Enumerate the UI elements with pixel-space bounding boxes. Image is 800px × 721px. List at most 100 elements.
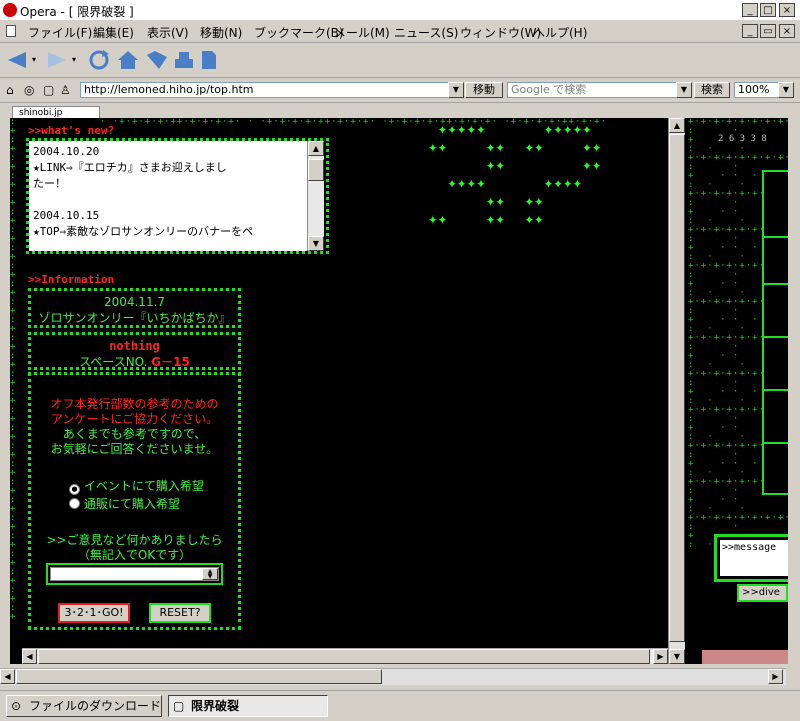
- home-icon[interactable]: [116, 49, 140, 71]
- news-scroll-up-button[interactable]: ▲: [308, 141, 324, 156]
- user-icon[interactable]: ♙: [60, 83, 71, 97]
- title-bar: Opera - [ 限界破裂 ] _ □ ×: [0, 0, 800, 20]
- whats-new-heading: >>what's new?: [28, 124, 115, 137]
- ad-frame-label: shinobi.jp: [19, 108, 63, 118]
- print-icon[interactable]: [173, 49, 195, 71]
- menu-help[interactable]: ヘルプ(H): [533, 24, 587, 41]
- menu-view[interactable]: 表示(V): [147, 24, 189, 41]
- doc-close-button[interactable]: ×: [779, 24, 795, 38]
- search-input[interactable]: Google で検索: [507, 82, 692, 98]
- menu-navigate[interactable]: 移動(N): [200, 24, 242, 41]
- comment-scroll-button[interactable]: ▲ ▼: [202, 568, 218, 580]
- page-scroll-thumb[interactable]: [669, 134, 685, 642]
- menu-bar: ファイル(F) 編集(E) 表示(V) 移動(N) ブックマーク(B) メール(…: [0, 20, 800, 43]
- address-toolbar: ⌂ ◎ ▢ ♙ http://lemoned.hiho.jp/top.htm ▼…: [0, 78, 800, 103]
- frame-scroll-thumb[interactable]: [38, 649, 650, 664]
- news-scrollbar[interactable]: ▲ ▼: [307, 141, 324, 251]
- frame-scroll-left-button[interactable]: ◀: [22, 649, 37, 664]
- menu-mail[interactable]: メール(M): [334, 24, 390, 41]
- address-dropdown-button[interactable]: ▼: [448, 82, 464, 98]
- radio-option-event[interactable]: ● イベントにて購入希望: [69, 477, 238, 495]
- forward-history-icon[interactable]: ▾: [72, 55, 76, 64]
- page-icon[interactable]: [200, 49, 218, 71]
- address-input[interactable]: http://lemoned.hiho.jp/top.htm: [80, 82, 462, 98]
- message-frame: >>message: [714, 534, 788, 582]
- news-date: 2004.10.20: [33, 145, 100, 158]
- message-input[interactable]: >>message: [720, 540, 788, 576]
- news-text: ★TOP⇒素敵なゾロサンオンリーのバナーをペ: [33, 225, 254, 238]
- bookmark-icon[interactable]: [145, 49, 169, 71]
- radio-label: イベントにて購入希望: [83, 479, 204, 493]
- back-icon[interactable]: [6, 50, 28, 70]
- menu-news[interactable]: ニュース(S): [394, 24, 458, 41]
- dive-button[interactable]: >>dive: [737, 584, 788, 602]
- active-page-tab[interactable]: ▢ 限界破裂: [168, 695, 328, 717]
- go-button[interactable]: 移動: [465, 82, 503, 98]
- radio-selected-icon[interactable]: ●: [69, 484, 80, 495]
- new-page-icon[interactable]: ⌂: [6, 83, 14, 97]
- page-scroll-up-button[interactable]: ▲: [669, 118, 685, 133]
- news-scroll-thumb[interactable]: [308, 159, 324, 181]
- news-spacer: [33, 192, 303, 208]
- nav-cell[interactable]: [764, 362, 788, 391]
- menu-edit[interactable]: 編集(E): [93, 24, 134, 41]
- reload-icon[interactable]: [88, 49, 110, 71]
- window-scroll-thumb[interactable]: [16, 669, 382, 684]
- window-title: Opera - [ 限界破裂 ]: [20, 5, 134, 19]
- page-vertical-scrollbar[interactable]: ▲ ▼: [668, 118, 685, 664]
- nav-cell[interactable]: [764, 415, 788, 444]
- window-horizontal-scrollbar[interactable]: ◀ ▶: [0, 668, 786, 685]
- menu-file[interactable]: ファイル(F): [28, 24, 92, 41]
- news-text: たー！: [33, 177, 66, 190]
- downloads-tab-label: ファイルのダウンロード: [29, 699, 162, 713]
- survey-box: オフ本発行部数の参考のための アンケートにご協力ください。 あくまでも参考ですの…: [28, 372, 241, 630]
- information-heading: >>Information: [28, 273, 115, 286]
- doc-minimize-button[interactable]: _: [742, 24, 758, 38]
- menu-window[interactable]: ウィンドウ(W): [460, 24, 541, 41]
- radio-unselected-icon[interactable]: [69, 498, 80, 509]
- forward-icon[interactable]: [46, 50, 68, 70]
- space-number: G－15: [151, 355, 190, 369]
- search-engine-dropdown[interactable]: ▼: [676, 82, 692, 98]
- event-box: 2004.11.7 ゾロサンオンリー『いちかばちか』: [28, 288, 241, 328]
- comment-input[interactable]: [50, 567, 219, 581]
- space-box: nothing スペースNO. G－15: [28, 332, 241, 370]
- window-scroll-right-button[interactable]: ▶: [768, 669, 783, 684]
- page-info-icon[interactable]: ▢: [43, 83, 54, 97]
- submit-button[interactable]: 3･2･1･GO!: [58, 603, 130, 623]
- frame-horizontal-scrollbar[interactable]: ◀ ▶: [22, 648, 668, 664]
- comment-prompt: >>ご意見など何かありましたら: [46, 533, 223, 547]
- right-nav-frame: [762, 170, 788, 495]
- whats-new-list: 2004.10.20 ★LINK⇒『エロチカ』さまお迎えしまし たー！ 2004…: [29, 141, 307, 251]
- minimize-button[interactable]: _: [742, 3, 758, 17]
- banner-image: [702, 650, 788, 664]
- news-date: 2004.10.15: [33, 209, 100, 222]
- zoom-dropdown-button[interactable]: ▼: [778, 82, 794, 98]
- window-scroll-left-button[interactable]: ◀: [0, 669, 15, 684]
- active-page-tab-label: 限界破裂: [191, 699, 240, 713]
- event-date: 2004.11.7: [103, 295, 166, 309]
- nav-cell[interactable]: [764, 309, 788, 338]
- reset-button[interactable]: RESET?: [149, 603, 211, 623]
- menu-bookmarks[interactable]: ブックマーク(B): [254, 24, 344, 41]
- download-icon: ⊙: [11, 699, 22, 713]
- maximize-button[interactable]: □: [760, 3, 776, 17]
- comment-field-frame: ▲ ▼: [46, 563, 223, 585]
- doc-restore-button[interactable]: ▭: [760, 24, 776, 38]
- radio-label: 通販にて購入希望: [83, 497, 180, 511]
- survey-intro-2: アンケートにご協力ください。: [50, 412, 219, 426]
- downloads-tab[interactable]: ⊙ ファイルのダウンロード: [6, 695, 162, 717]
- cookie-icon[interactable]: ◎: [24, 83, 34, 97]
- navigation-toolbar: ▾ ▾: [0, 43, 800, 78]
- nav-cell[interactable]: [764, 196, 788, 238]
- window-tab-bar: ⊙ ファイルのダウンロード ▢ 限界破裂: [0, 690, 800, 721]
- news-scroll-down-button[interactable]: ▼: [308, 236, 324, 251]
- frame-scroll-right-button[interactable]: ▶: [653, 649, 668, 664]
- radio-option-mailorder[interactable]: 通販にて購入希望: [69, 495, 238, 513]
- event-name: ゾロサンオンリー『いちかばちか』: [38, 311, 231, 325]
- nav-cell[interactable]: [764, 256, 788, 285]
- search-button[interactable]: 検索: [694, 82, 730, 98]
- close-button[interactable]: ×: [779, 3, 795, 17]
- back-history-icon[interactable]: ▾: [32, 55, 36, 64]
- page-scroll-down-button[interactable]: ▼: [669, 649, 685, 664]
